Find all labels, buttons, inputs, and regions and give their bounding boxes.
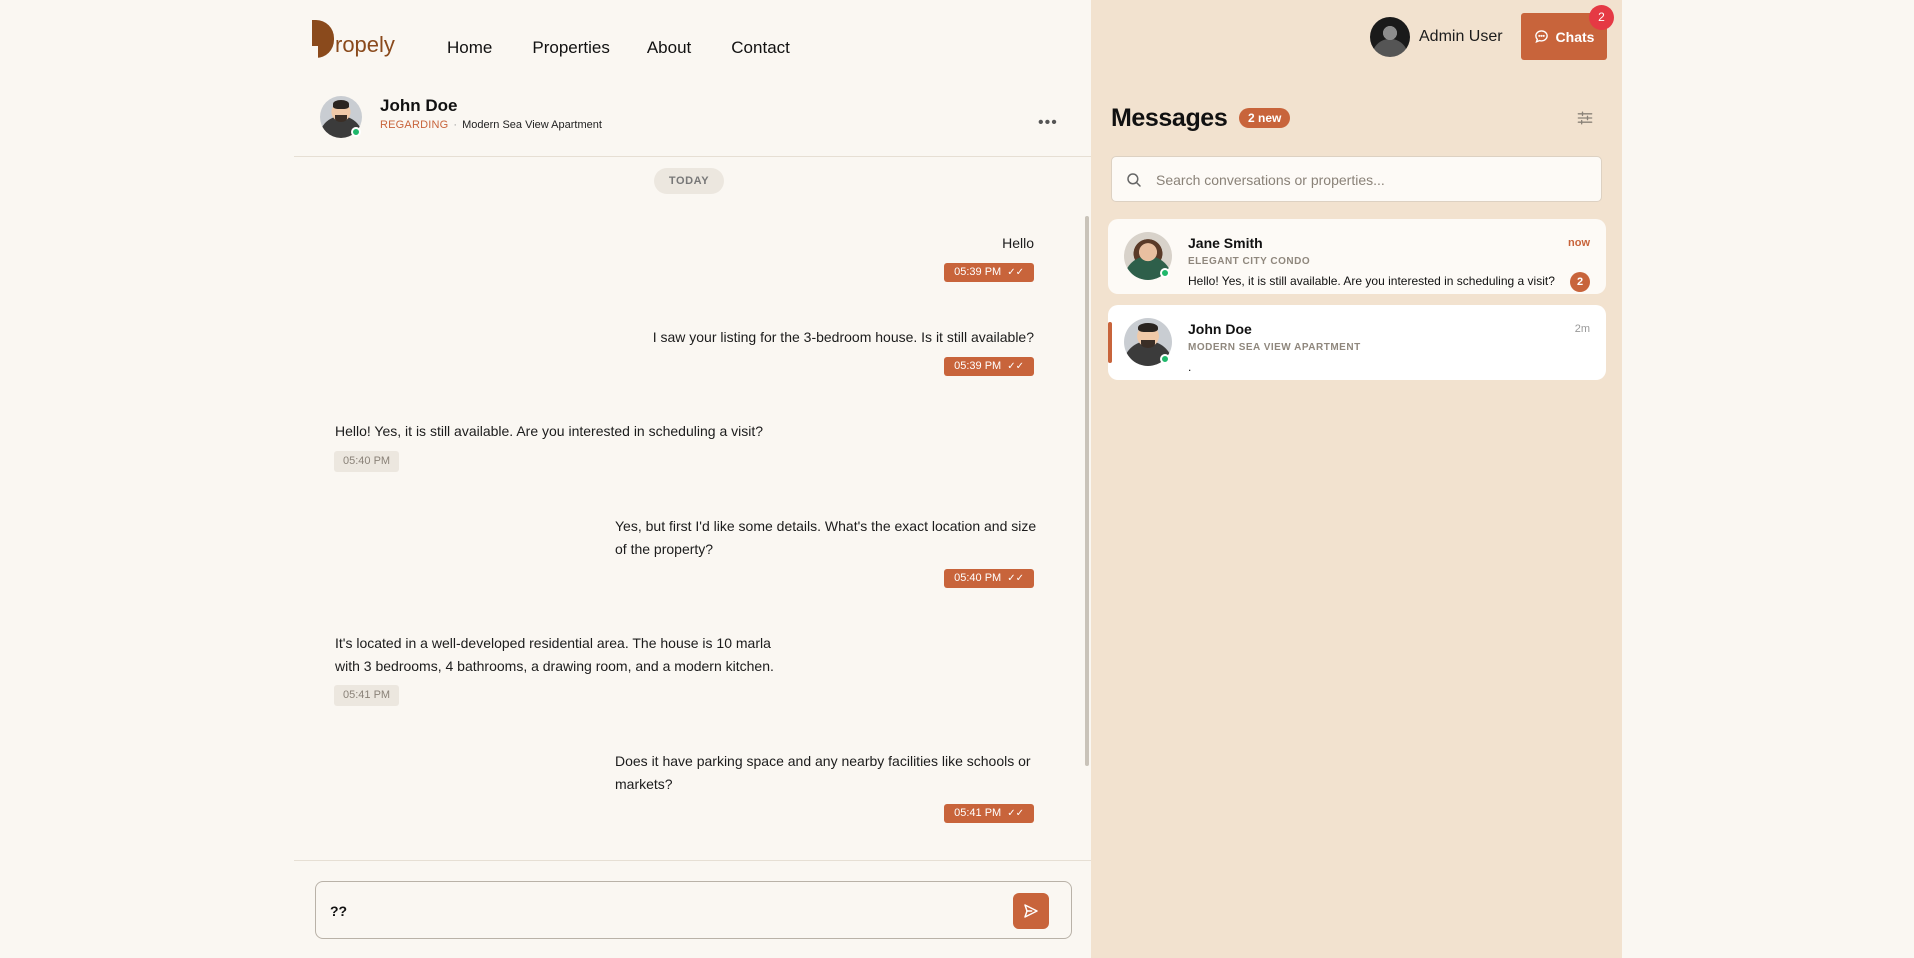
inbox-panel: Admin User Chats 2 Messages 2 new Jane S… — [1091, 0, 1622, 958]
avatar-beard — [1140, 339, 1156, 349]
chats-label: Chats — [1555, 28, 1595, 45]
active-indicator — [1108, 322, 1112, 363]
logo[interactable]: ropely — [312, 18, 395, 58]
message-time-incoming: 05:40 PM — [334, 451, 400, 472]
conversation-preview: Hello! Yes, it is still available. Are y… — [1188, 274, 1555, 288]
nav-home[interactable]: Home — [447, 38, 492, 58]
message-time-outgoing: 05:41 PM ✓✓ — [944, 804, 1034, 823]
contact-name: John Doe — [380, 96, 458, 115]
conversation-name: Jane Smith — [1188, 235, 1263, 251]
composer-box — [315, 881, 1072, 939]
message-outgoing: Hello — [1002, 235, 1034, 251]
nav-links: Home Properties About Contact — [447, 38, 830, 58]
read-receipt-icon: ✓✓ — [1007, 573, 1024, 584]
conversation-item-jane-smith[interactable]: Jane Smith ELEGANT CITY CONDO Hello! Yes… — [1108, 219, 1606, 294]
chats-unread-badge: 2 — [1589, 5, 1614, 30]
search-input[interactable] — [1156, 170, 1586, 190]
message-time: 05:39 PM — [954, 266, 1002, 278]
conversation-property: ELEGANT CITY CONDO — [1188, 256, 1311, 267]
conversation-item-john-doe[interactable]: John Doe MODERN SEA VIEW APARTMENT . 2m — [1108, 305, 1606, 380]
message-outgoing: Does it have parking space and any nearb… — [615, 753, 1031, 792]
read-receipt-icon: ✓✓ — [1007, 808, 1024, 819]
conversation-time: 2m — [1574, 323, 1590, 335]
chat-column: ropely Home Properties About Contact Joh… — [294, 0, 1091, 958]
search-icon — [1127, 173, 1141, 187]
regarding-label: REGARDING — [380, 119, 449, 131]
nav-about[interactable]: About — [647, 38, 691, 58]
chat-bubble-icon — [1534, 30, 1548, 44]
read-receipt-icon: ✓✓ — [1007, 267, 1024, 278]
admin-avatar — [1370, 17, 1410, 57]
message-outgoing: Yes, but first I'd like some details. Wh… — [615, 518, 1037, 557]
regarding-separator: · — [453, 119, 458, 131]
avatar-hair — [1138, 322, 1158, 333]
inbox-title: Messages — [1111, 104, 1228, 132]
search-box — [1111, 156, 1602, 202]
online-indicator — [1160, 354, 1170, 364]
message-input[interactable] — [330, 900, 980, 922]
conversation-property: MODERN SEA VIEW APARTMENT — [1188, 342, 1361, 353]
more-options-icon[interactable]: ••• — [1038, 114, 1058, 132]
admin-profile[interactable]: Admin User — [1370, 17, 1503, 57]
message-incoming: Hello! Yes, it is still available. Are y… — [335, 423, 764, 439]
read-receipt-icon: ✓✓ — [1007, 361, 1024, 372]
logo-text: ropely — [335, 32, 395, 57]
message-time-outgoing: 05:40 PM ✓✓ — [944, 569, 1034, 588]
online-indicator — [1160, 268, 1170, 278]
logo-mark-icon — [312, 20, 334, 58]
message-list: TODAY Hello 05:39 PM ✓✓ I saw your listi… — [294, 158, 1091, 860]
filter-sliders-icon[interactable] — [1575, 108, 1595, 128]
message-incoming: It's located in a well-developed residen… — [335, 635, 774, 674]
conversation-preview: . — [1188, 360, 1192, 374]
composer — [294, 860, 1091, 958]
message-time: 05:40 PM — [954, 572, 1002, 584]
avatar-hair — [332, 100, 350, 109]
nav-properties[interactable]: Properties — [532, 38, 609, 58]
admin-name: Admin User — [1419, 28, 1503, 45]
conversation-name: John Doe — [1188, 321, 1252, 337]
avatar-beard — [334, 114, 348, 123]
day-divider: TODAY — [654, 168, 724, 194]
message-time-outgoing: 05:39 PM ✓✓ — [944, 357, 1034, 376]
send-icon — [1024, 904, 1038, 918]
message-time: 05:41 PM — [954, 807, 1002, 819]
regarding-line: REGARDING · Modern Sea View Apartment — [380, 119, 602, 131]
send-button[interactable] — [1013, 893, 1049, 929]
message-outgoing: I saw your listing for the 3-bedroom hou… — [652, 329, 1034, 345]
chat-header: John Doe REGARDING · Modern Sea View Apa… — [294, 80, 1091, 157]
message-time-incoming: 05:41 PM — [334, 685, 400, 706]
conversation-time: now — [1568, 237, 1590, 249]
top-nav: ropely Home Properties About Contact — [294, 0, 1091, 80]
conversation-unread-badge: 2 — [1570, 272, 1590, 292]
message-time-outgoing: 05:39 PM ✓✓ — [944, 263, 1034, 282]
nav-contact[interactable]: Contact — [731, 38, 790, 58]
new-count-badge: 2 new — [1239, 108, 1291, 128]
message-scrollbar[interactable] — [1085, 216, 1089, 766]
regarding-property: Modern Sea View Apartment — [462, 119, 602, 131]
message-time: 05:39 PM — [954, 360, 1002, 372]
online-indicator — [351, 127, 361, 137]
